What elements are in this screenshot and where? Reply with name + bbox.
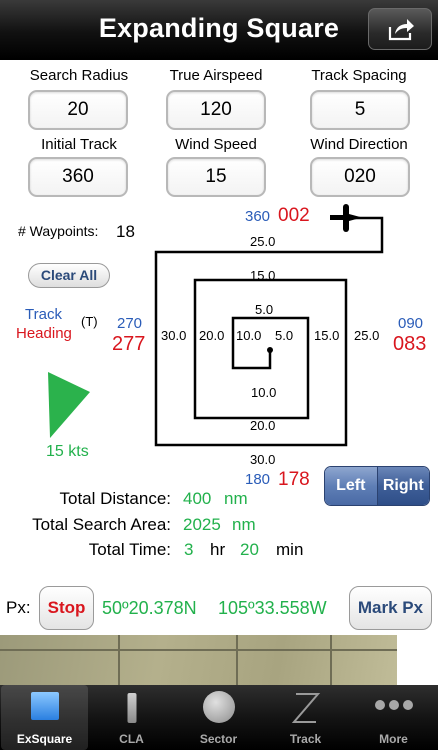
total-time-hours: 3 [184,540,194,559]
total-time-hours-unit: hr [210,540,226,559]
leg-label: 10.0 [251,385,277,400]
south-heading-value: 178 [278,469,310,490]
wind-speed-readout: 15 kts [46,443,89,460]
east-track-value: 090 [398,315,424,332]
turn-left-button[interactable]: Left [325,467,377,505]
leg-label: 20.0 [199,328,225,343]
west-track-value: 270 [117,315,143,332]
tab-more[interactable]: More [350,685,437,750]
total-distance-label: Total Distance: [59,489,172,508]
leg-label: 5.0 [255,302,274,317]
longitude-readout: 105º33.558W [218,598,327,618]
tab-label: ExSquare [16,732,73,746]
total-area-unit: nm [232,515,256,534]
track-spacing-label: Track Spacing [311,67,407,84]
search-radius-input[interactable]: 20 [28,90,128,130]
turn-direction-control: Left Right [324,466,430,506]
true-airspeed-input[interactable]: 120 [166,90,266,130]
total-time-minutes: 20 [240,540,259,559]
north-heading-value: 002 [278,205,310,226]
leg-label: 15.0 [250,268,276,283]
waypoints-count: 18 [116,222,135,241]
total-time-minutes-unit: min [276,540,304,559]
south-track-value: 180 [245,471,271,488]
tab-exsquare[interactable]: ExSquare [1,685,88,750]
navigation-bar: Expanding Square [0,0,438,60]
true-airspeed-label: True Airspeed [169,67,263,84]
px-label: Px: [6,598,31,617]
waypoints-label: # Waypoints: [18,223,99,239]
leg-label: 25.0 [354,328,380,343]
wind-speed-label: Wind Speed [175,136,257,153]
search-radius-label: Search Radius [29,67,129,84]
wind-arrow-icon [48,372,90,438]
leg-label: 20.0 [250,418,276,433]
wind-direction-input[interactable]: 020 [310,157,410,197]
map-view[interactable] [0,635,397,685]
leg-label: 15.0 [314,328,340,343]
circle-icon [202,691,235,723]
start-point-dot [267,347,273,353]
west-heading-value: 277 [112,333,146,355]
total-distance-unit: nm [224,489,248,508]
share-button[interactable] [368,8,432,50]
wind-speed-input[interactable]: 15 [166,157,266,197]
east-heading-value: 083 [393,333,427,355]
tab-label: Track [289,732,322,746]
map-margin [397,635,438,685]
square-icon [30,692,59,720]
true-marker-label: (T) [81,314,98,329]
mark-px-button[interactable]: Mark Px [349,586,432,630]
clear-all-button[interactable]: Clear All [28,263,110,288]
total-time-label: Total Time: [88,540,171,559]
tab-sector[interactable]: Sector [175,685,262,750]
initial-track-input[interactable]: 360 [28,157,128,197]
total-area-label: Total Search Area: [32,515,171,534]
bar-icon [127,693,136,723]
tab-track[interactable]: Track [262,685,349,750]
aircraft-icon [330,204,362,232]
turn-right-button[interactable]: Right [376,467,429,505]
north-track-value: 360 [245,208,271,225]
zigzag-icon [291,693,320,723]
track-spacing-input[interactable]: 5 [310,90,410,130]
tab-label: CLA [119,732,144,746]
tab-cla[interactable]: CLA [88,685,175,750]
leg-label: 25.0 [250,234,276,249]
total-area-value: 2025 [183,515,221,534]
latitude-readout: 50º20.378N [102,598,197,618]
tab-label: More [379,732,408,746]
dots-icon [374,700,413,710]
heading-legend-label: Heading [16,325,72,342]
wind-direction-label: Wind Direction [310,136,408,153]
tab-bar: ExSquare CLA Sector Track More [0,685,438,750]
initial-track-label: Initial Track [41,136,117,153]
leg-label: 30.0 [250,452,276,467]
tab-label: Sector [199,732,238,746]
leg-label: 5.0 [275,328,294,343]
stop-button[interactable]: Stop [39,586,94,630]
leg-label: 10.0 [236,328,262,343]
leg-label: 30.0 [161,328,187,343]
track-legend-label: Track [25,306,62,323]
search-pattern-path [154,216,384,447]
total-distance-value: 400 [183,489,212,508]
share-icon [388,19,414,41]
